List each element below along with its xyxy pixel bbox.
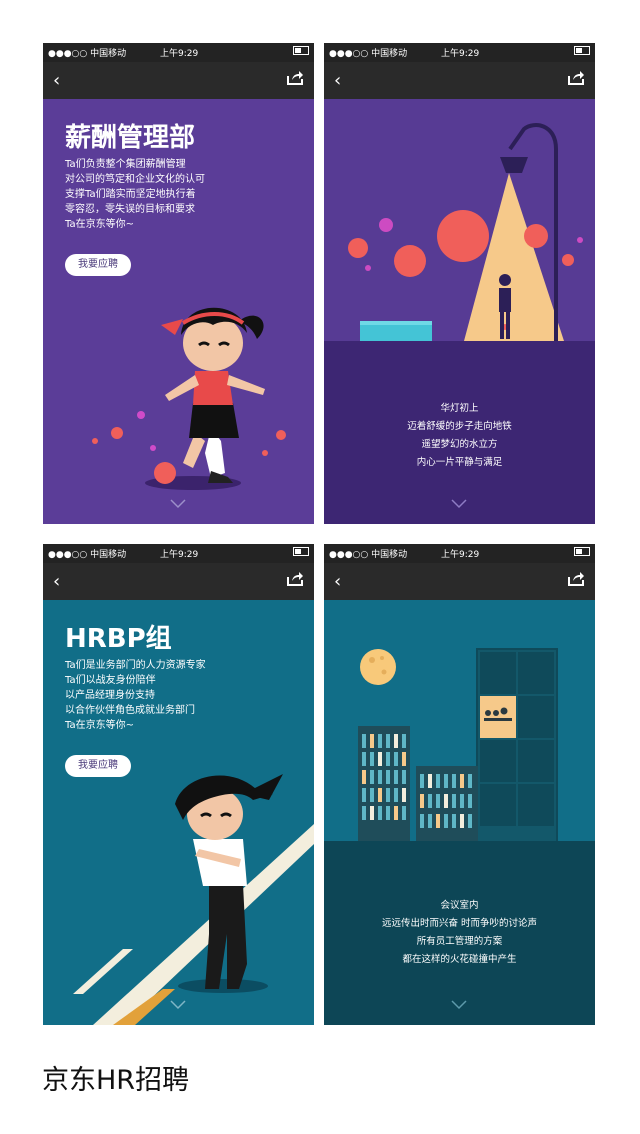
description: Ta们负责整个集团薪酬管理 对公司的笃定和企业文化的认可 支撑Ta们踏实而坚定地…: [65, 157, 205, 232]
battery-icon: [574, 46, 590, 56]
back-icon[interactable]: ‹: [53, 70, 60, 91]
back-icon[interactable]: ‹: [334, 571, 341, 592]
page-title: HRBP组: [65, 624, 172, 654]
battery-icon: [574, 547, 590, 557]
share-icon[interactable]: [567, 70, 585, 86]
carrier-label: ●●●○○ 中国移动: [48, 550, 127, 560]
back-icon[interactable]: ‹: [334, 70, 341, 91]
girl-illustration: [92, 307, 286, 490]
carrier-label: ●●●○○ 中国移动: [48, 49, 127, 59]
clock: 上午9:29: [441, 550, 480, 560]
carrier-label: ●●●○○ 中国移动: [329, 49, 408, 59]
caption-line: 遥望梦幻的水立方: [421, 439, 498, 450]
caption-line: 远远传出时而兴奋 时而争吵的讨论声: [381, 918, 538, 929]
back-icon[interactable]: ‹: [53, 571, 60, 592]
screen-hrbp: ●●●○○ 中国移动 上午9:29 ‹ HRBP组 Ta们是业务部门的人力资源专…: [43, 544, 314, 1025]
desc-line: Ta们负责整个集团薪酬管理: [65, 159, 186, 170]
carrier-label: ●●●○○ 中国移动: [329, 550, 408, 560]
caption-line: 所有员工管理的方案: [416, 936, 503, 947]
desc-line: 支撑Ta们踏实而坚定地执行着: [65, 189, 196, 200]
chevron-down-icon[interactable]: [451, 499, 467, 509]
page-title: 薪酬管理部: [65, 123, 196, 153]
clock: 上午9:29: [441, 49, 480, 59]
street-lamp-illustration: [348, 123, 583, 341]
caption: 华灯初上 迈着舒缓的步子走向地铁 遥望梦幻的水立方 内心一片平静与满足: [324, 400, 595, 472]
caption-line: 华灯初上: [440, 403, 479, 414]
screen-evening-street: ●●●○○ 中国移动 上午9:29 ‹ 华灯初上 迈着舒缓的步子走向地铁 遥望梦…: [324, 43, 595, 524]
footer-title: 京东HR招聘: [42, 1065, 190, 1096]
caption-line: 都在这样的火花碰撞中产生: [402, 954, 517, 965]
battery-icon: [293, 46, 309, 56]
caption: 会议室内 远远传出时而兴奋 时而争吵的讨论声 所有员工管理的方案 都在这样的火花…: [324, 897, 595, 969]
share-icon[interactable]: [286, 571, 304, 587]
share-icon[interactable]: [286, 70, 304, 86]
nav-bar: ‹: [43, 563, 314, 600]
caption-line: 会议室内: [440, 900, 479, 911]
clock: 上午9:29: [160, 49, 199, 59]
desc-line: Ta在京东等你~: [65, 720, 134, 731]
desc-line: Ta们以战友身份陪伴: [65, 675, 156, 686]
nav-bar: ‹: [43, 62, 314, 99]
screen-salary-dept: ●●●○○ 中国移动 上午9:29 ‹ 薪酬管理部 Ta们负责整个集团薪酬管理 …: [43, 43, 314, 524]
desc-line: 以产品经理身份支持: [65, 690, 155, 701]
status-bar: ●●●○○ 中国移动 上午9:29: [324, 43, 595, 62]
screen-meeting-room: ●●●○○ 中国移动 上午9:29 ‹ 会议室内 远远传出时而兴奋 时而争吵的讨…: [324, 544, 595, 1025]
status-bar: ●●●○○ 中国移动 上午9:29: [324, 544, 595, 563]
caption-line: 内心一片平静与满足: [416, 457, 503, 468]
nav-bar: ‹: [324, 563, 595, 600]
description: Ta们是业务部门的人力资源专家 Ta们以战友身份陪伴 以产品经理身份支持 以合作…: [65, 658, 206, 733]
status-bar: ●●●○○ 中国移动 上午9:29: [43, 43, 314, 62]
boy-illustration: [73, 774, 314, 1025]
caption-line: 迈着舒缓的步子走向地铁: [407, 421, 512, 432]
chevron-down-icon[interactable]: [451, 1000, 467, 1010]
desc-line: 以合作伙伴角色成就业务部门: [65, 705, 195, 716]
nav-bar: ‹: [324, 62, 595, 99]
desc-line: 对公司的笃定和企业文化的认可: [65, 174, 205, 185]
desc-line: Ta在京东等你~: [65, 219, 134, 230]
battery-icon: [293, 547, 309, 557]
chevron-down-icon[interactable]: [170, 499, 186, 509]
desc-line: 零容忍，零失误的目标和要求: [65, 204, 195, 215]
status-bar: ●●●○○ 中国移动 上午9:29: [43, 544, 314, 563]
share-icon[interactable]: [567, 571, 585, 587]
desc-line: Ta们是业务部门的人力资源专家: [65, 660, 206, 671]
city-night-illustration: [358, 648, 558, 843]
chevron-down-icon[interactable]: [170, 1000, 186, 1010]
clock: 上午9:29: [160, 550, 199, 560]
